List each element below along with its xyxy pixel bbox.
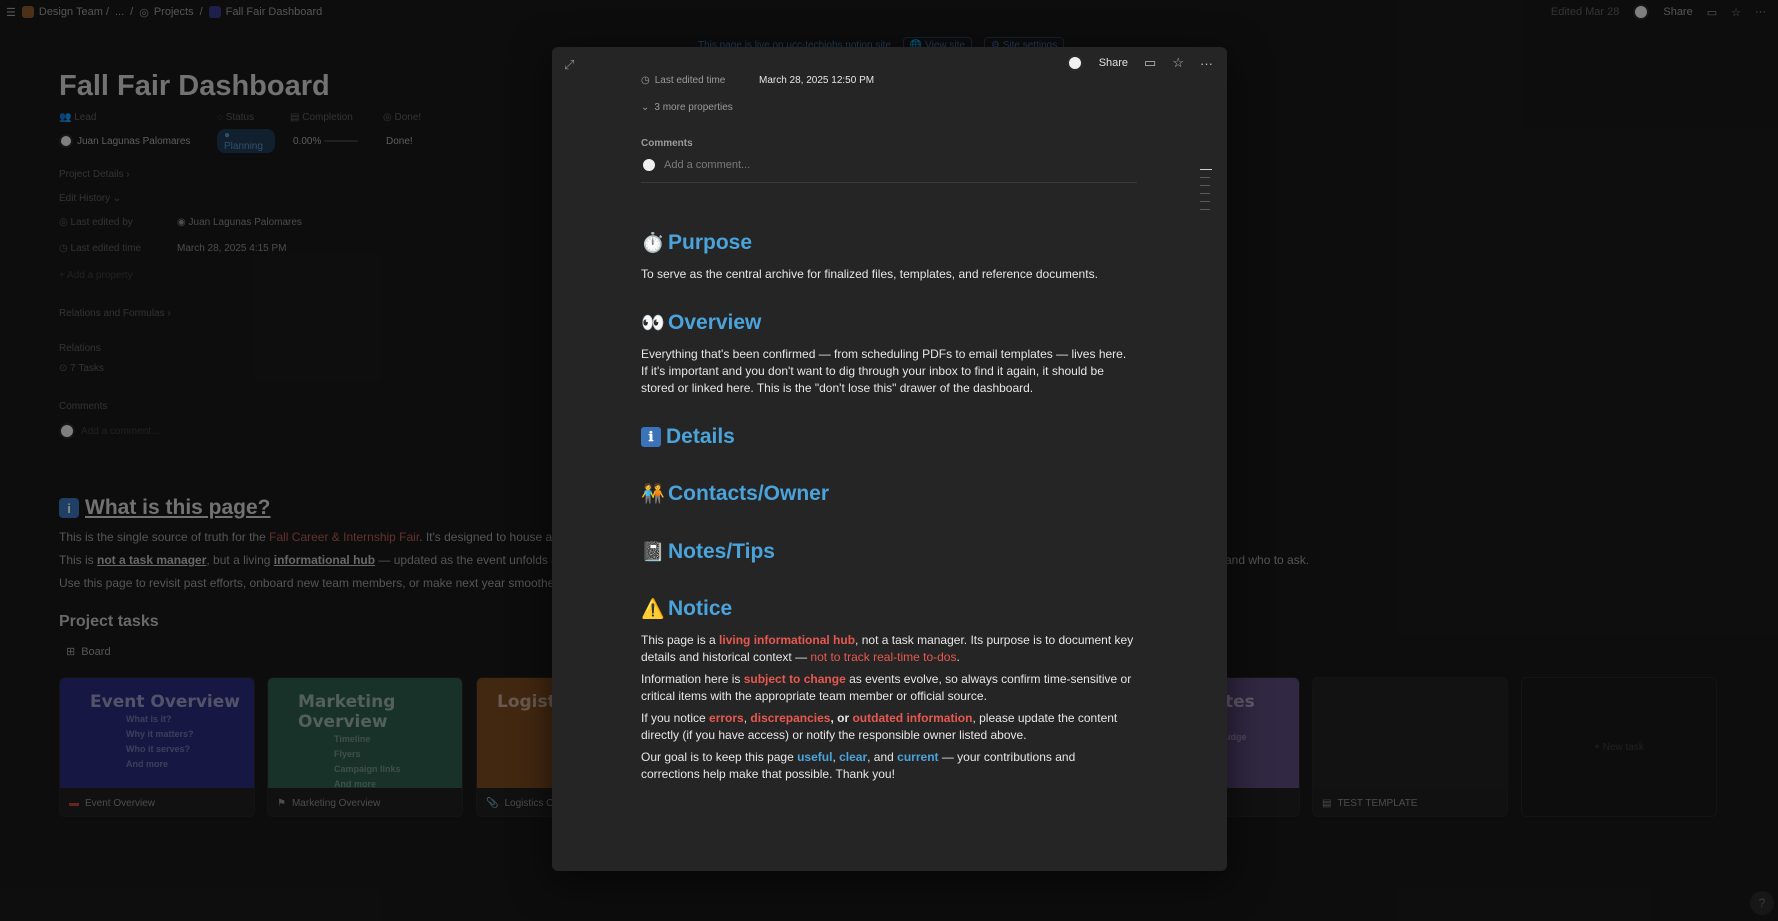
label: Overview — [668, 311, 762, 334]
text: subject to change — [743, 672, 846, 686]
purpose-text: To serve as the central archive for fina… — [641, 267, 1098, 281]
text: This page is a — [641, 633, 720, 647]
peek-modal: ⤢ Share ▭ ☆ ··· ◷ Last edited time March … — [552, 47, 1227, 871]
comment-placeholder: Add a comment... — [664, 159, 751, 171]
contacts-heading: 🧑‍🤝‍🧑 Contacts/Owner — [641, 482, 829, 506]
avatar[interactable] — [1066, 55, 1083, 71]
more-properties-toggle[interactable]: ⌄ 3 more properties — [641, 102, 733, 113]
stopwatch-icon: ⏱️ — [641, 233, 665, 254]
table-of-contents[interactable] — [1200, 169, 1212, 210]
more-icon[interactable]: ··· — [1200, 56, 1213, 71]
comment-input[interactable]: Add a comment... — [641, 157, 1137, 183]
toc-item[interactable] — [1200, 201, 1210, 202]
text: not to track real-time to-dos — [810, 650, 957, 664]
notes-heading: 📓 Notes/Tips — [641, 540, 775, 564]
text: . — [956, 650, 960, 664]
label: Notes/Tips — [668, 540, 775, 563]
toc-item[interactable] — [1200, 193, 1210, 194]
text: clear — [839, 750, 868, 764]
text: errors — [709, 711, 744, 725]
people-icon: 🧑‍🤝‍🧑 — [641, 484, 665, 505]
notebook-icon: 📓 — [641, 542, 665, 563]
notice-para-1: This page is a living informational hub,… — [641, 632, 1136, 666]
modal-share-button[interactable]: Share — [1099, 57, 1128, 69]
chevron-down-icon: ⌄ — [641, 102, 650, 113]
text: , and — [867, 750, 898, 764]
purpose-heading: ⏱️ Purpose — [641, 231, 752, 255]
label: Notice — [668, 597, 733, 620]
label: Contacts/Owner — [668, 482, 830, 505]
text: current — [897, 750, 939, 764]
label: Last edited time — [654, 75, 726, 86]
text: Information here is — [641, 672, 744, 686]
toc-item[interactable] — [1200, 169, 1212, 170]
text: outdated information — [852, 711, 973, 725]
warning-icon: ⚠️ — [641, 599, 665, 620]
details-heading: ℹ Details — [641, 425, 735, 449]
toc-item[interactable] — [1200, 177, 1210, 178]
overview-heading: 👀 Overview — [641, 311, 761, 335]
star-icon[interactable]: ☆ — [1172, 55, 1184, 71]
text: living informational hub — [719, 633, 856, 647]
label: Details — [666, 425, 735, 448]
text: discrepancies — [750, 711, 831, 725]
overview-text: Everything that's been confirmed — from … — [641, 347, 1127, 395]
comment-icon[interactable]: ▭ — [1144, 55, 1156, 71]
modal-last-edited-time: ◷ Last edited time March 28, 2025 12:50 P… — [641, 75, 874, 86]
modal-actions: Share ▭ ☆ ··· — [1066, 55, 1213, 71]
comments-label: Comments — [641, 138, 693, 149]
avatar — [641, 157, 657, 173]
notice-para-2: Information here is subject to change as… — [641, 671, 1136, 705]
notice-heading: ⚠️ Notice — [641, 597, 732, 621]
text: useful — [797, 750, 833, 764]
toc-item[interactable] — [1200, 185, 1210, 186]
toc-item[interactable] — [1200, 209, 1210, 210]
value: March 28, 2025 12:50 PM — [759, 75, 875, 86]
info-icon: ℹ — [641, 427, 661, 447]
text: Our goal is to keep this page — [641, 750, 798, 764]
notice-para-3: If you notice errors, discrepancies, or … — [641, 710, 1136, 744]
eyes-icon: 👀 — [641, 313, 665, 334]
notice-para-4: Our goal is to keep this page useful, cl… — [641, 749, 1136, 783]
text: If you notice — [641, 711, 710, 725]
clock-icon: ◷ — [641, 75, 650, 86]
label: 3 more properties — [654, 102, 733, 113]
text: , or — [830, 711, 853, 725]
expand-icon[interactable]: ⤢ — [564, 57, 574, 73]
label: Purpose — [668, 231, 753, 254]
